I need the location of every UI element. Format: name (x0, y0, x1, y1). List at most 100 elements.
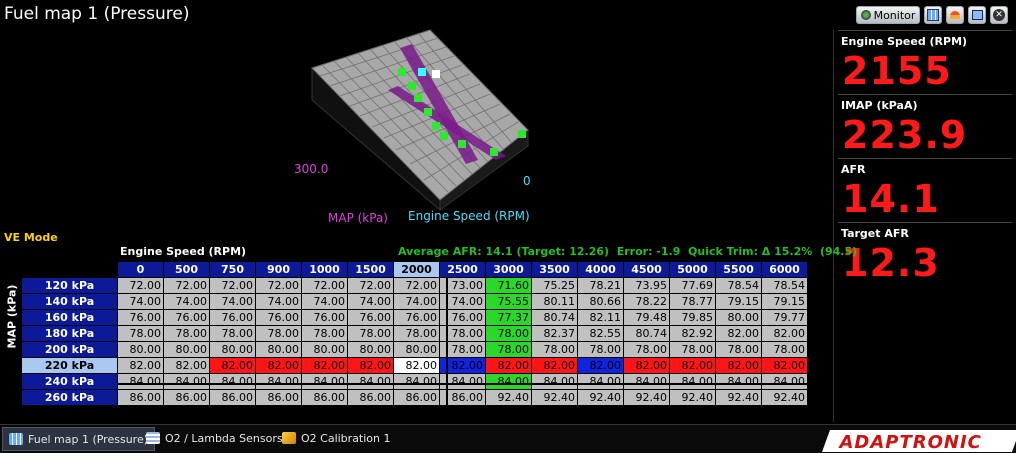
column-header[interactable]: 0 (117, 261, 164, 278)
map-cell[interactable]: 78.00 (393, 325, 440, 342)
column-header[interactable]: 4000 (577, 261, 624, 278)
map-cell[interactable]: 82.92 (669, 325, 716, 342)
map-cell[interactable]: 80.00 (393, 341, 440, 358)
map-cell[interactable]: 82.00 (623, 357, 670, 374)
map-cell[interactable]: 82.00 (163, 357, 210, 374)
map-cell[interactable]: 86.00 (117, 389, 164, 406)
map-cell[interactable]: 86.00 (347, 389, 394, 406)
column-header[interactable]: 3500 (531, 261, 578, 278)
map-cell[interactable]: 92.40 (531, 389, 578, 406)
map-cell[interactable]: 92.40 (761, 389, 808, 406)
monitor-button[interactable]: Monitor (856, 6, 920, 24)
map-cell[interactable]: 80.74 (623, 325, 670, 342)
map-cell[interactable]: 74.00 (347, 293, 394, 310)
map-cell[interactable]: 84.00 (715, 373, 762, 390)
map-cell[interactable]: 72.00 (347, 277, 394, 294)
map-cell[interactable]: 75.55 (485, 293, 532, 310)
map-cell[interactable]: 82.00 (485, 357, 532, 374)
row-header[interactable]: 180 kPa (21, 325, 118, 342)
map-cell[interactable]: 80.00 (715, 309, 762, 326)
map-cell[interactable]: 82.00 (393, 357, 440, 374)
map-cell[interactable]: 84.00 (255, 373, 302, 390)
column-header[interactable]: 1000 (301, 261, 348, 278)
map-cell[interactable]: 80.00 (301, 341, 348, 358)
map-cell[interactable]: 78.00 (531, 341, 578, 358)
column-header[interactable]: 5500 (715, 261, 762, 278)
map-cell[interactable]: 80.11 (531, 293, 578, 310)
map-cell[interactable]: 75.25 (531, 277, 578, 294)
map-cell[interactable]: 80.00 (117, 341, 164, 358)
map-cell[interactable]: 77.37 (485, 309, 532, 326)
row-header[interactable]: 140 kPa (21, 293, 118, 310)
column-header[interactable]: 750 (209, 261, 256, 278)
map-cell[interactable]: 80.00 (163, 341, 210, 358)
map-cell[interactable]: 72.00 (255, 277, 302, 294)
map-cell[interactable]: 84.00 (347, 373, 394, 390)
map-cell[interactable]: 82.00 (347, 357, 394, 374)
graph-view-icon[interactable] (946, 6, 964, 24)
map-cell[interactable]: 74.00 (209, 293, 256, 310)
map-cell[interactable]: 79.15 (761, 293, 808, 310)
row-header[interactable]: 220 kPa (21, 357, 118, 374)
row-header[interactable]: 260 kPa (21, 389, 118, 406)
map-cell[interactable]: 82.00 (715, 357, 762, 374)
map-cell[interactable]: 78.00 (485, 325, 532, 342)
map-cell[interactable]: 74.00 (393, 293, 440, 310)
map-cell[interactable]: 84.00 (301, 373, 348, 390)
map-cell[interactable]: 78.00 (669, 341, 716, 358)
column-header[interactable]: 2500 (439, 261, 486, 278)
map-cell[interactable]: 78.00 (715, 341, 762, 358)
map-cell[interactable]: 78.00 (623, 341, 670, 358)
map-cell[interactable]: 72.00 (117, 277, 164, 294)
map-cell[interactable]: 82.00 (761, 325, 808, 342)
map-cell[interactable]: 76.00 (393, 309, 440, 326)
map-cell[interactable]: 78.00 (209, 325, 256, 342)
map-cell[interactable]: 72.00 (393, 277, 440, 294)
map-cell[interactable]: 76.00 (117, 309, 164, 326)
row-header[interactable]: 160 kPa (21, 309, 118, 326)
table-view-icon[interactable] (924, 6, 942, 24)
map-cell[interactable]: 74.00 (301, 293, 348, 310)
map-cell[interactable]: 79.48 (623, 309, 670, 326)
row-header[interactable]: 120 kPa (21, 277, 118, 294)
map-cell[interactable]: 78.00 (485, 341, 532, 358)
map-cell[interactable]: 84.00 (163, 373, 210, 390)
map-cell[interactable]: 71.60 (485, 277, 532, 294)
map-cell[interactable]: 78.00 (577, 341, 624, 358)
map-cell[interactable]: 78.00 (347, 325, 394, 342)
map-cell[interactable]: 84.00 (577, 373, 624, 390)
map-cell[interactable]: 80.00 (255, 341, 302, 358)
map-cell[interactable]: 82.00 (715, 325, 762, 342)
tab-fuel-map[interactable]: Fuel map 1 (Pressure) (2, 427, 156, 451)
map-cell[interactable]: 92.40 (485, 389, 532, 406)
map-cell[interactable]: 92.40 (715, 389, 762, 406)
column-header[interactable]: 5000 (669, 261, 716, 278)
map-cell[interactable]: 86.00 (301, 389, 348, 406)
close-window-icon[interactable]: ✕ (990, 6, 1008, 24)
map-cell[interactable]: 82.00 (117, 357, 164, 374)
map-cell[interactable]: 82.11 (577, 309, 624, 326)
map-cell[interactable]: 82.00 (761, 357, 808, 374)
map-cell[interactable]: 82.37 (531, 325, 578, 342)
map-cell[interactable]: 86.00 (255, 389, 302, 406)
map-cell[interactable]: 82.55 (577, 325, 624, 342)
map-cell[interactable]: 80.74 (531, 309, 578, 326)
column-header[interactable]: 6000 (761, 261, 808, 278)
map-cell[interactable]: 74.00 (255, 293, 302, 310)
map-cell[interactable]: 78.54 (761, 277, 808, 294)
map-cell[interactable]: 82.00 (301, 357, 348, 374)
fuel-map-3d-graph[interactable] (0, 0, 834, 228)
column-header[interactable]: 500 (163, 261, 210, 278)
map-cell[interactable]: 78.77 (669, 293, 716, 310)
map-cell[interactable]: 78.22 (623, 293, 670, 310)
map-cell[interactable]: 84.00 (623, 373, 670, 390)
restore-window-icon[interactable] (968, 6, 986, 24)
map-cell[interactable]: 80.00 (209, 341, 256, 358)
map-cell[interactable]: 79.15 (715, 293, 762, 310)
column-header[interactable]: 3000 (485, 261, 532, 278)
map-cell[interactable]: 76.00 (209, 309, 256, 326)
column-header[interactable]: 1500 (347, 261, 394, 278)
map-cell[interactable]: 84.00 (393, 373, 440, 390)
map-cell[interactable]: 84.00 (209, 373, 256, 390)
tab-o2-sensors[interactable]: O2 / Lambda Sensors (140, 427, 289, 449)
